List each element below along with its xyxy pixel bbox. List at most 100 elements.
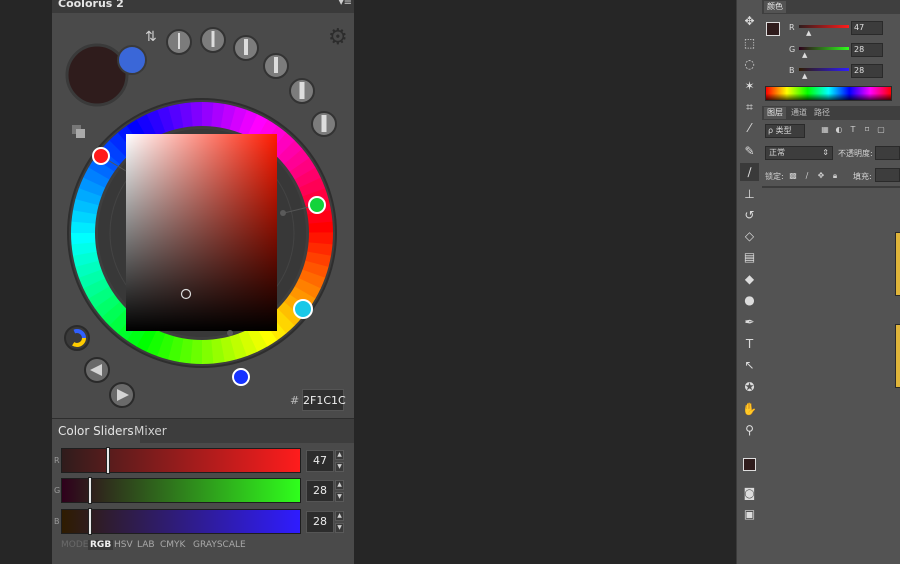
slider-spinner-b[interactable]: ▲ ▼ (335, 511, 345, 533)
hue-ring-segment (298, 177, 326, 197)
mode-rgb[interactable]: RGB (88, 540, 114, 550)
slider-value-r[interactable]: 47 (306, 450, 334, 472)
clone-stamp-tool-icon[interactable]: ⊥ (740, 185, 759, 203)
type-filter-icon[interactable]: T (848, 124, 858, 136)
lasso-tool-icon[interactable]: ◌ (740, 55, 759, 73)
ps-channel-track-g[interactable] (799, 47, 849, 50)
path-selection-tool-icon[interactable]: ↖ (740, 356, 759, 374)
marquee-tool-icon[interactable]: ⬚ (740, 34, 759, 52)
ps-channel-value-r[interactable]: 47 (851, 21, 883, 35)
slider-label-r: R (54, 456, 60, 465)
pixel-filter-icon[interactable]: ▦ (820, 124, 830, 136)
smart-object-filter-icon[interactable]: ▢ (876, 124, 886, 136)
ps-channel-value-b[interactable]: 28 (851, 64, 883, 78)
brush-tool-icon[interactable]: ∕ (740, 163, 759, 181)
hex-color-field[interactable]: 2F1C1C (302, 389, 346, 411)
lock-image-icon[interactable]: ∕ (802, 170, 812, 182)
tab-color-sliders[interactable]: Color Sliders (52, 419, 140, 443)
harmony-handle-cyan[interactable] (293, 299, 313, 319)
healing-brush-tool-icon[interactable]: ✎ (740, 142, 759, 160)
blend-mode-select[interactable]: 正常 ⇕ (765, 146, 833, 160)
pen-tool-icon[interactable]: ✒ (740, 313, 759, 331)
ps-channel-value-g[interactable]: 28 (851, 43, 883, 57)
lock-all-icon[interactable]: 🔒︎ (830, 170, 840, 182)
hand-tool-icon[interactable]: ✋ (740, 400, 759, 418)
tools-foreground-swatch[interactable] (743, 458, 756, 471)
shape-tool-icon[interactable]: ✪ (740, 378, 759, 396)
slider-track-b[interactable] (61, 508, 301, 535)
screen-mode-icon[interactable]: ▣ (740, 505, 759, 523)
hue-ring-segment (146, 109, 166, 137)
fill-field[interactable] (875, 168, 900, 182)
quick-mask-icon[interactable]: ◙ (740, 484, 759, 502)
shape-filter-icon[interactable]: ⌑ (862, 124, 872, 136)
spin-up-icon[interactable]: ▲ (335, 450, 344, 460)
hue-ring-segment (294, 277, 321, 299)
adjustment-filter-icon[interactable]: ◐ (834, 124, 844, 136)
lock-position-icon[interactable]: ✥ (816, 170, 826, 182)
mode-hsv[interactable]: HSV (114, 540, 133, 550)
mode-grayscale[interactable]: GRAYSCALE (193, 540, 246, 550)
spin-up-icon[interactable]: ▲ (335, 511, 344, 521)
tab-layers[interactable]: 图层 (764, 107, 786, 119)
crop-tool-icon[interactable]: ⌗ (740, 98, 759, 116)
settings-gear-icon[interactable]: ⚙ (328, 25, 348, 50)
hue-ring-segment (277, 139, 303, 165)
hue-ring-segment (246, 114, 268, 141)
move-tool-icon[interactable]: ✥ (740, 12, 759, 30)
spin-down-icon[interactable]: ▼ (335, 523, 344, 533)
slider-value-g[interactable]: 28 (306, 480, 334, 502)
hue-ring-segment (179, 338, 194, 364)
saturation-value-shade (126, 134, 277, 331)
dodge-tool-icon[interactable]: ● (740, 291, 759, 309)
ps-channel-marker-b[interactable]: ▲ (802, 72, 807, 80)
opacity-label: 不透明度: (838, 149, 873, 158)
harmony-handle-green[interactable] (308, 196, 326, 214)
blur-tool-icon[interactable]: ◆ (740, 270, 759, 288)
spin-down-icon[interactable]: ▼ (335, 492, 344, 502)
history-brush-tool-icon[interactable]: ↺ (740, 206, 759, 224)
ps-foreground-swatch[interactable] (766, 22, 780, 36)
slider-track-r[interactable] (61, 447, 301, 474)
ps-channel-marker-r[interactable]: ▲ (806, 29, 811, 37)
gradient-tool-icon[interactable]: ▤ (740, 248, 759, 266)
slider-value-b[interactable]: 28 (306, 511, 334, 533)
current-color-swatch[interactable] (65, 43, 129, 107)
harmony-handle-red[interactable] (92, 147, 110, 165)
ps-channel-track-r[interactable] (799, 25, 849, 28)
layer-kind-filter[interactable]: ρ 类型 (765, 124, 805, 138)
slider-handle-r[interactable] (105, 447, 110, 474)
eraser-tool-icon[interactable]: ◇ (740, 227, 759, 245)
spin-down-icon[interactable]: ▼ (335, 462, 344, 472)
tab-mixer[interactable]: Mixer (128, 419, 173, 443)
ps-channel-track-b[interactable] (799, 68, 849, 71)
slider-spinner-g[interactable]: ▲ ▼ (335, 480, 345, 502)
zoom-tool-icon[interactable]: ⚲ (740, 421, 759, 439)
hue-ring-segment (229, 333, 248, 360)
opacity-field[interactable] (875, 146, 900, 160)
coolorus-panel: Coolorus 2 ▾≡ ⇅ ⚙ # 2F1C1C Color Sliders… (52, 0, 354, 564)
harmony-handle-blue[interactable] (232, 368, 250, 386)
hue-ring-segment (78, 269, 106, 289)
tab-channels[interactable]: 通道 (788, 107, 810, 119)
mode-lab[interactable]: LAB (137, 540, 155, 550)
eyedropper-tool-icon[interactable]: ⁄ (740, 119, 759, 137)
ps-channel-marker-g[interactable]: ▲ (802, 51, 807, 59)
ps-channel-label-b: B (789, 66, 795, 75)
tab-paths[interactable]: 路径 (811, 107, 833, 119)
swap-colors-icon[interactable]: ⇅ (145, 29, 157, 45)
tab-color[interactable]: 颜色 (764, 1, 786, 13)
type-tool-icon[interactable]: T (740, 335, 759, 353)
spin-up-icon[interactable]: ▲ (335, 480, 344, 490)
slider-handle-g[interactable] (88, 477, 93, 504)
slider-label-g: G (54, 486, 61, 495)
hue-ring-segment (146, 329, 166, 357)
magic-wand-tool-icon[interactable]: ✶ (740, 77, 759, 95)
background-color-swatch[interactable] (117, 45, 147, 75)
mode-cmyk[interactable]: CMYK (160, 540, 185, 550)
slider-spinner-r[interactable]: ▲ ▼ (335, 450, 345, 472)
lock-transparent-icon[interactable]: ▩ (788, 170, 798, 182)
panel-menu-icon[interactable]: ▾≡ (339, 0, 352, 8)
slider-track-g[interactable] (61, 477, 301, 504)
slider-handle-b[interactable] (88, 508, 93, 535)
